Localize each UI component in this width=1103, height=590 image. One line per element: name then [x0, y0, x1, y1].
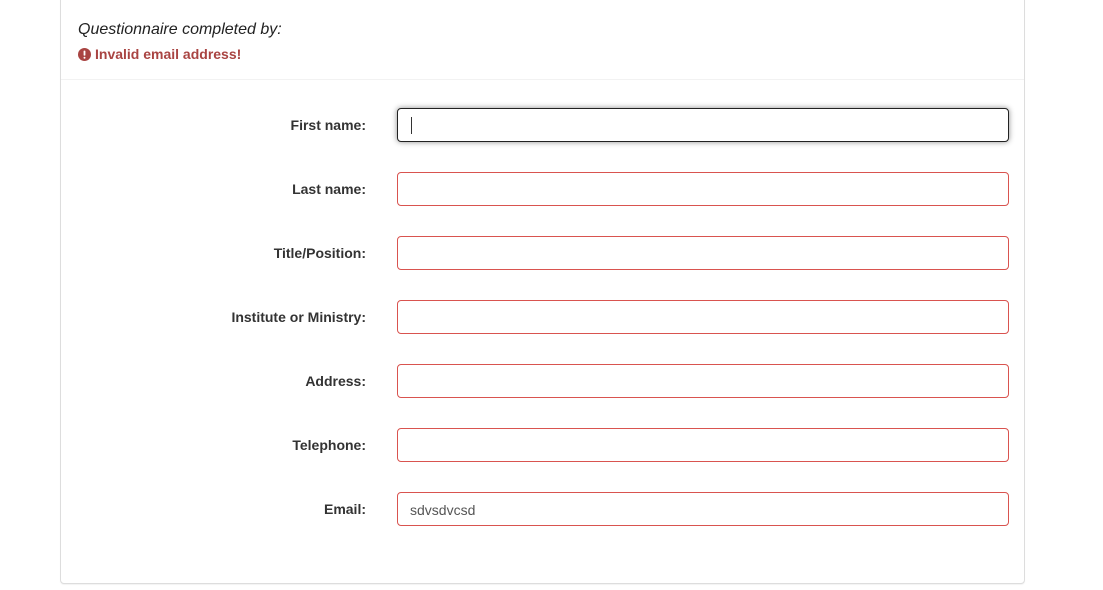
telephone-label: Telephone: [292, 437, 366, 453]
text-caret [411, 117, 412, 134]
title-position-label: Title/Position: [273, 245, 366, 261]
first-name-input[interactable] [397, 108, 1009, 142]
telephone-input[interactable] [397, 428, 1009, 462]
panel-heading: Questionnaire completed by: Invalid emai… [61, 0, 1024, 80]
error-text: Invalid email address! [95, 46, 242, 62]
address-label: Address: [305, 373, 366, 389]
panel-title: Questionnaire completed by: [78, 21, 282, 38]
form-row-email: Email: sdvsdvcsd [61, 492, 1024, 526]
error-message: Invalid email address! [78, 46, 241, 62]
form-row-institute: Institute or Ministry: [61, 300, 1024, 334]
email-label: Email: [323, 501, 366, 517]
institute-input[interactable] [397, 300, 1009, 334]
form-row-title-position: Title/Position: [61, 236, 1024, 270]
form-row-telephone: Telephone: [61, 428, 1024, 462]
address-input[interactable] [397, 364, 1009, 398]
first-name-label: First name: [290, 117, 366, 133]
last-name-label: Last name: [292, 181, 366, 197]
last-name-input[interactable] [397, 172, 1009, 206]
exclamation-circle-icon [78, 47, 91, 61]
form-row-address: Address: [61, 364, 1024, 398]
email-input[interactable]: sdvsdvcsd [397, 492, 1009, 526]
form-row-last-name: Last name: [61, 172, 1024, 206]
questionnaire-panel: Questionnaire completed by: Invalid emai… [60, 0, 1025, 584]
form-row-first-name: First name: [61, 108, 1024, 142]
institute-label: Institute or Ministry: [231, 309, 366, 325]
title-position-input[interactable] [397, 236, 1009, 270]
email-value: sdvsdvcsd [410, 502, 476, 518]
